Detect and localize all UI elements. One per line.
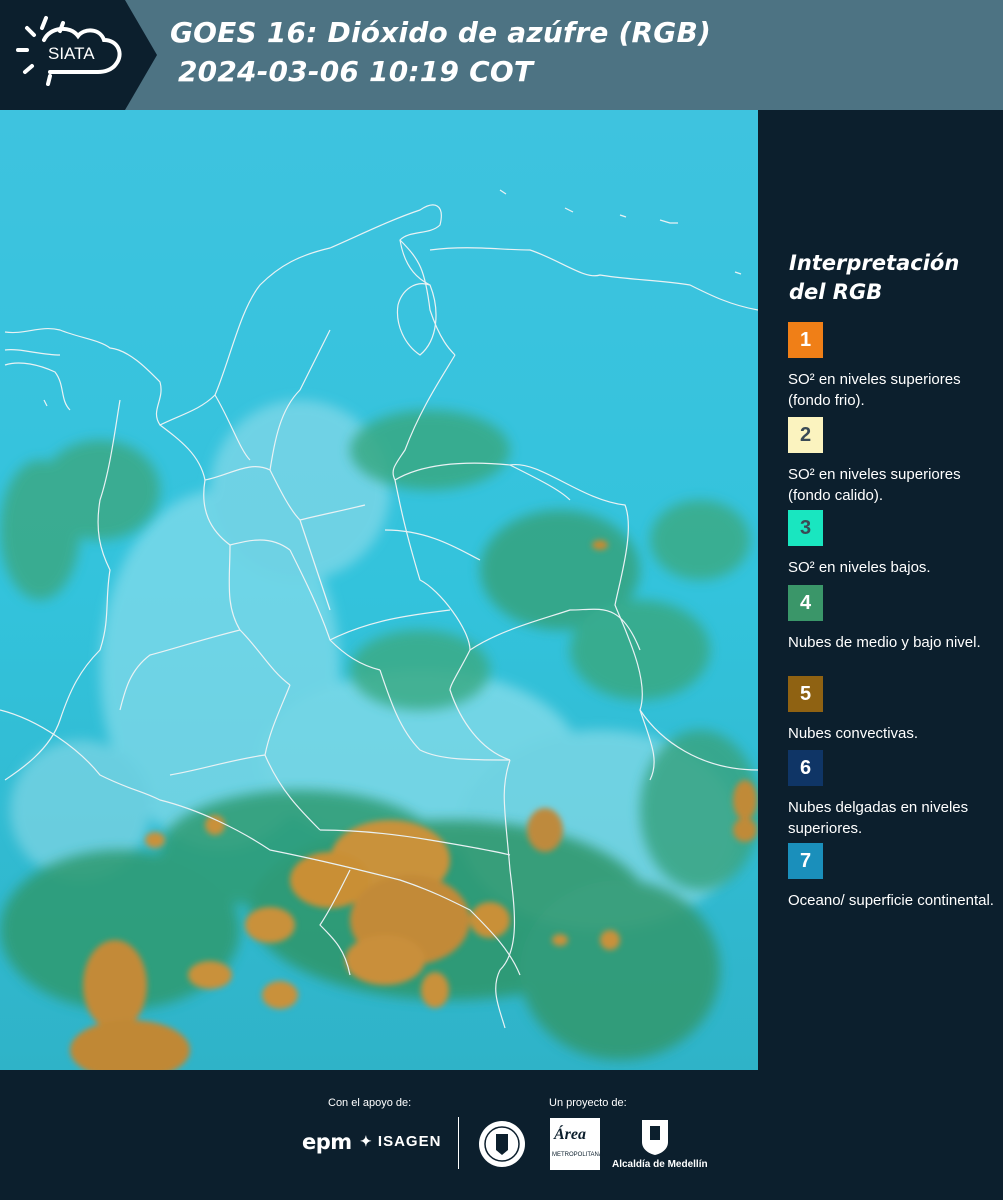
legend-swatch-5: 5 — [788, 676, 823, 712]
satellite-map[interactable] — [0, 110, 758, 1070]
area-metropolitana-logo[interactable]: Área METROPOLITANA — [550, 1118, 603, 1170]
support-label: Con el apoyo de: — [328, 1097, 412, 1109]
legend-swatch-1: 1 — [788, 322, 823, 358]
alcaldia-logo-text: Alcaldía de Medellín — [612, 1159, 708, 1170]
legend-text-4: Nubes de medio y bajo nivel. — [788, 634, 981, 651]
siata-logo[interactable]: SIATA — [0, 0, 157, 110]
legend-item-5: 5 Nubes convectivas. — [788, 676, 1000, 744]
page-subtitle-datetime: 2024-03-06 10:19 COT — [178, 55, 534, 88]
isagen-logo[interactable]: ✦ ISAGEN — [360, 1133, 441, 1150]
epm-logo[interactable]: epm — [302, 1130, 352, 1154]
legend-item-1: 1 SO² en niveles superiores (fondo frio)… — [788, 322, 1000, 411]
legend-text-6: Nubes delgadas en niveles superiores. — [788, 799, 969, 837]
legend-item-7: 7 Oceano/ superficie continental. — [788, 843, 1000, 911]
legend-item-3: 3 SO² en niveles bajos. — [788, 510, 1000, 578]
legend-swatch-4: 4 — [788, 585, 823, 621]
medellin-seal-logo[interactable] — [477, 1119, 527, 1169]
legend-item-4: 4 Nubes de medio y bajo nivel. — [788, 585, 1000, 653]
legend-text-1: SO² en niveles superiores (fondo frio). — [788, 371, 961, 409]
legend-panel: Interpretación del RGB 1 SO² en niveles … — [758, 110, 1003, 1070]
legend-swatch-3: 3 — [788, 510, 823, 546]
project-label: Un proyecto de: — [549, 1097, 627, 1109]
page-title: GOES 16: Dióxido de azúfre (RGB) — [170, 16, 712, 49]
legend-text-7: Oceano/ superficie continental. — [788, 892, 994, 909]
isagen-logo-text: ISAGEN — [377, 1133, 442, 1150]
epm-logo-text: epm — [302, 1130, 352, 1154]
area-logo-text: Área — [554, 1126, 586, 1143]
legend-swatch-2: 2 — [788, 417, 823, 453]
legend-text-2: SO² en niveles superiores (fondo calido)… — [788, 466, 961, 504]
isagen-mark-icon: ✦ — [360, 1133, 373, 1149]
footer-divider — [458, 1117, 459, 1169]
area-logo-subtext: METROPOLITANA — [552, 1152, 603, 1158]
legend-swatch-6: 6 — [788, 750, 823, 786]
legend-swatch-7: 7 — [788, 843, 823, 879]
siata-logo-text: SIATA — [48, 44, 95, 63]
legend-text-5: Nubes convectivas. — [788, 725, 919, 742]
legend-item-2: 2 SO² en niveles superiores (fondo calid… — [788, 417, 1000, 506]
legend-title: Interpretación del RGB — [789, 251, 960, 304]
legend-item-6: 6 Nubes delgadas en niveles superiores. — [788, 750, 1000, 839]
alcaldia-shield-icon[interactable] — [640, 1118, 670, 1156]
header: SIATA GOES 16: Dióxido de azúfre (RGB) 2… — [0, 0, 1003, 110]
footer: Con el apoyo de: Un proyecto de: epm ✦ I… — [0, 1070, 1003, 1200]
legend-text-3: SO² en niveles bajos. — [788, 559, 931, 576]
